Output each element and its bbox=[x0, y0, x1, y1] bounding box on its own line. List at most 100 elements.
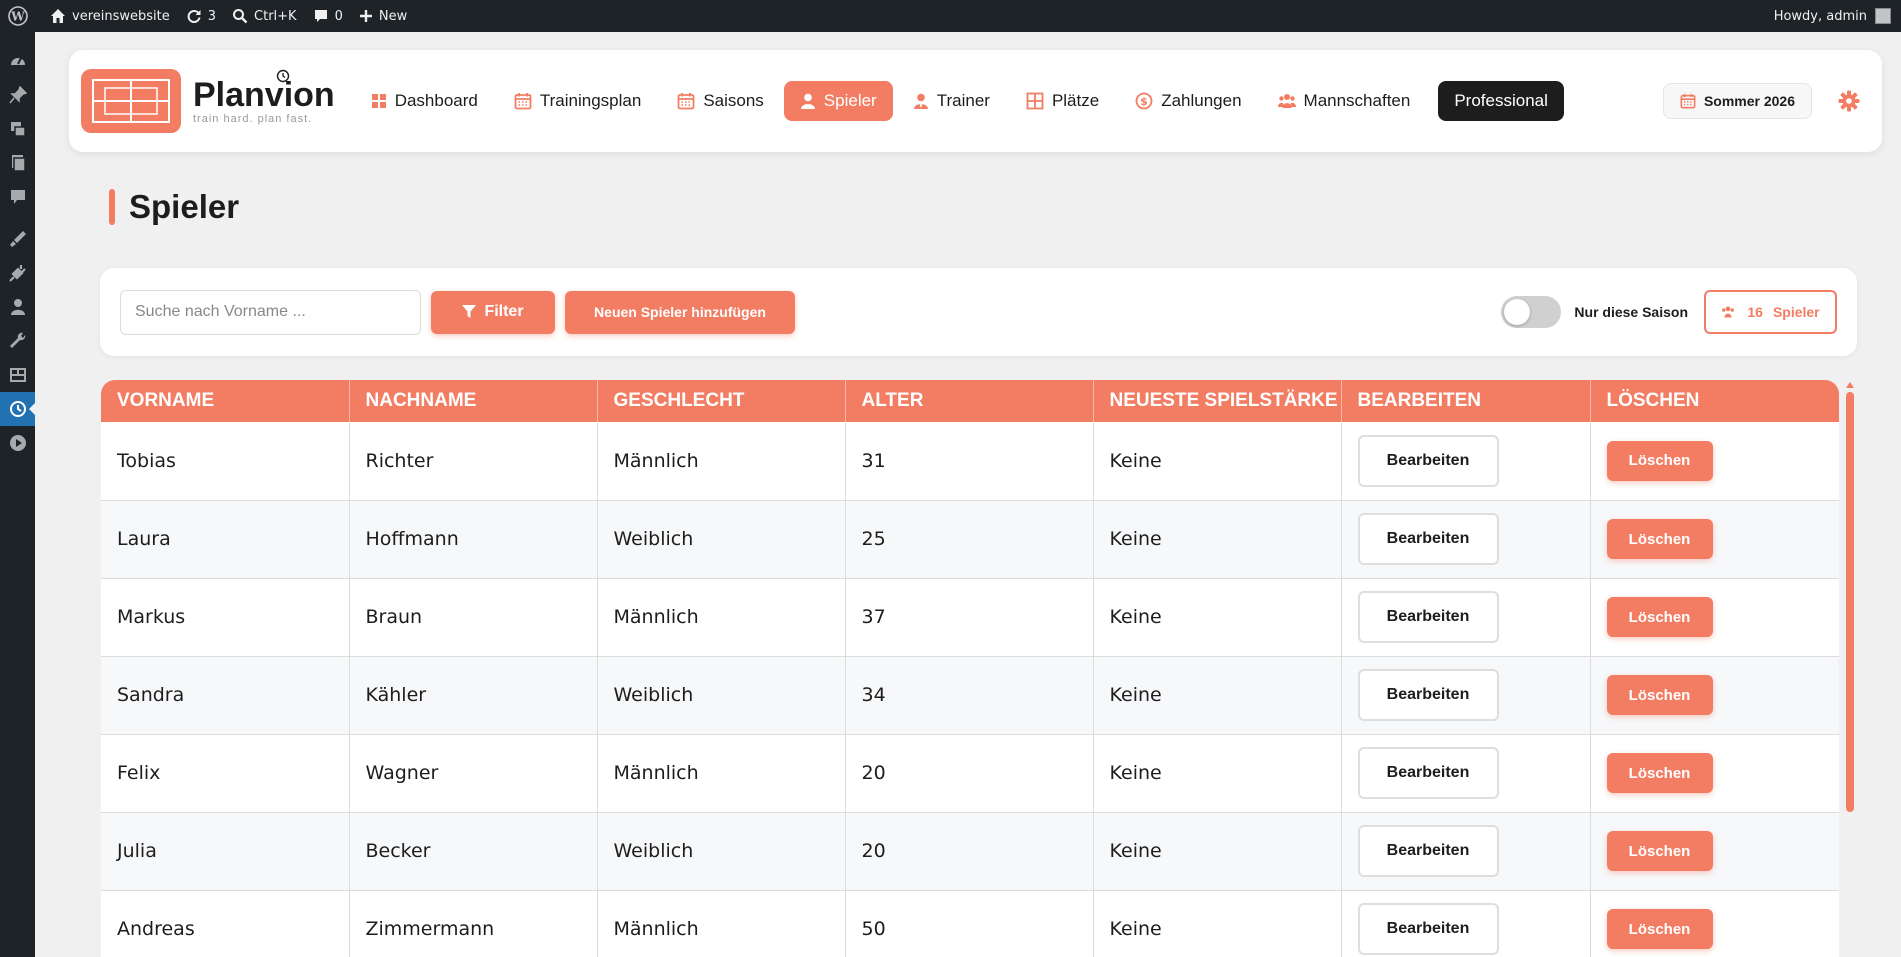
cell-alter: 20 bbox=[845, 812, 1094, 891]
search-menu[interactable]: Ctrl+K bbox=[224, 0, 305, 32]
cell-geschlecht: Weiblich bbox=[597, 656, 846, 735]
wp-logo-menu[interactable]: W bbox=[0, 0, 42, 32]
delete-button[interactable]: Löschen bbox=[1606, 597, 1713, 637]
table-scrollbar[interactable] bbox=[1844, 380, 1856, 957]
cell-spielstaerke: Keine bbox=[1093, 734, 1342, 813]
delete-button[interactable]: Löschen bbox=[1606, 440, 1713, 481]
nav-trainer[interactable]: Trainer bbox=[897, 81, 1006, 121]
site-name-menu[interactable]: vereinswebsite bbox=[42, 0, 178, 32]
nav-trainingsplan[interactable]: Trainingsplan bbox=[498, 81, 657, 121]
add-player-button[interactable]: Neuen Spieler hinzufügen bbox=[565, 290, 795, 334]
scrollbar-thumb[interactable] bbox=[1846, 392, 1854, 812]
cell-delete: Löschen bbox=[1590, 500, 1839, 579]
column-header-nachname[interactable]: NACHNAME bbox=[349, 380, 598, 422]
pages-icon[interactable] bbox=[0, 146, 35, 180]
season-selector[interactable]: Sommer 2026 bbox=[1662, 83, 1812, 119]
play-icon[interactable] bbox=[0, 426, 35, 460]
season-toggle-label: Nur diese Saison bbox=[1574, 304, 1688, 320]
plugins-icon[interactable] bbox=[0, 256, 35, 290]
edit-button[interactable]: Bearbeiten bbox=[1357, 747, 1499, 799]
appearance-icon[interactable] bbox=[0, 222, 35, 256]
cell-geschlecht: Weiblich bbox=[597, 500, 846, 579]
tools-icon[interactable] bbox=[0, 324, 35, 358]
column-header-geschlecht[interactable]: GESCHLECHT bbox=[597, 380, 846, 422]
nav-saisons[interactable]: Saisons bbox=[661, 81, 779, 121]
nav-plaetze[interactable]: Plätze bbox=[1010, 81, 1115, 121]
comments-count: 0 bbox=[334, 8, 343, 24]
scroll-up-arrow-icon[interactable] bbox=[1846, 382, 1854, 388]
grid-icon bbox=[371, 94, 386, 108]
cell-edit: Bearbeiten bbox=[1341, 656, 1591, 735]
brand-tagline: train hard. plan fast. bbox=[193, 113, 313, 125]
settings-gear-button[interactable] bbox=[1838, 90, 1860, 112]
table-row: Andreas Zimmermann Männlich 50 Keine Bea… bbox=[101, 890, 1839, 957]
wp-admin-menu bbox=[0, 32, 35, 957]
media-icon[interactable] bbox=[0, 112, 35, 146]
season-toggle[interactable] bbox=[1501, 296, 1562, 328]
nav-zahlungen[interactable]: $ Zahlungen bbox=[1119, 81, 1257, 121]
nav-mannschaften[interactable]: Mannschaften bbox=[1262, 81, 1427, 121]
title-accent-bar bbox=[109, 189, 115, 225]
new-content-menu[interactable]: New bbox=[351, 0, 415, 32]
edit-button[interactable]: Bearbeiten bbox=[1357, 434, 1499, 487]
nav-dashboard[interactable]: Dashboard bbox=[355, 81, 494, 121]
edit-button[interactable]: Bearbeiten bbox=[1357, 903, 1499, 955]
column-header-loeschen: LÖSCHEN bbox=[1590, 380, 1839, 422]
dashboard-icon[interactable] bbox=[0, 44, 35, 78]
cell-geschlecht: Weiblich bbox=[597, 812, 846, 891]
cell-vorname: Sandra bbox=[101, 656, 350, 735]
comments-icon[interactable] bbox=[0, 180, 35, 214]
professional-button[interactable]: Professional bbox=[1438, 81, 1564, 121]
delete-button[interactable]: Löschen bbox=[1606, 753, 1713, 793]
search-icon bbox=[233, 9, 248, 24]
delete-button[interactable]: Löschen bbox=[1606, 519, 1713, 559]
nav-label: Trainingsplan bbox=[539, 91, 642, 110]
player-count: 16 bbox=[1747, 304, 1763, 320]
cell-delete: Löschen bbox=[1590, 734, 1839, 813]
cell-delete: Löschen bbox=[1590, 422, 1839, 501]
wordpress-icon: W bbox=[8, 6, 28, 26]
cell-alter: 34 bbox=[845, 656, 1094, 735]
table-row: Julia Becker Weiblich 20 Keine Bearbeite… bbox=[101, 812, 1839, 891]
delete-button[interactable]: Löschen bbox=[1606, 909, 1713, 949]
filter-button[interactable]: Filter bbox=[431, 290, 555, 334]
column-header-vorname[interactable]: VORNAME bbox=[101, 380, 350, 422]
delete-button[interactable]: Löschen bbox=[1606, 675, 1713, 715]
cell-nachname: Richter bbox=[349, 422, 598, 501]
nav-label: Dashboard bbox=[394, 91, 478, 110]
delete-button[interactable]: Löschen bbox=[1606, 831, 1713, 871]
cell-alter: 50 bbox=[845, 890, 1094, 957]
edit-button[interactable]: Bearbeiten bbox=[1357, 669, 1499, 721]
user-icon bbox=[800, 93, 815, 109]
nav-spieler[interactable]: Spieler bbox=[783, 81, 893, 121]
calendar-icon bbox=[1680, 93, 1696, 109]
cell-alter: 25 bbox=[845, 500, 1094, 579]
edit-button[interactable]: Bearbeiten bbox=[1357, 825, 1499, 877]
pin-icon[interactable] bbox=[0, 78, 35, 112]
logo-icon[interactable] bbox=[81, 69, 181, 133]
settings-icon[interactable] bbox=[0, 358, 35, 392]
cell-spielstaerke: Keine bbox=[1093, 656, 1342, 735]
cell-edit: Bearbeiten bbox=[1341, 578, 1591, 657]
table-header-row: VORNAME NACHNAME GESCHLECHT ALTER NEUEST… bbox=[101, 380, 1839, 422]
column-header-spielstaerke[interactable]: NEUESTE SPIELSTÄRKE bbox=[1093, 380, 1342, 422]
edit-button[interactable]: Bearbeiten bbox=[1357, 513, 1499, 565]
filter-icon bbox=[462, 305, 477, 318]
account-menu[interactable]: Howdy, admin bbox=[1766, 0, 1901, 32]
column-header-alter[interactable]: ALTER bbox=[845, 380, 1094, 422]
cell-nachname: Braun bbox=[349, 578, 598, 657]
planvion-icon[interactable] bbox=[0, 392, 35, 426]
updates-menu[interactable]: 3 bbox=[178, 0, 224, 32]
player-toolbar: Filter Neuen Spieler hinzufügen Nur dies… bbox=[100, 268, 1857, 356]
cell-spielstaerke: Keine bbox=[1093, 422, 1342, 501]
comments-menu[interactable]: 0 bbox=[305, 0, 351, 32]
edit-button[interactable]: Bearbeiten bbox=[1357, 591, 1499, 643]
search-input[interactable] bbox=[120, 289, 421, 335]
users-icon[interactable] bbox=[0, 290, 35, 324]
cell-nachname: Hoffmann bbox=[349, 500, 598, 579]
cell-delete: Löschen bbox=[1590, 578, 1839, 657]
cell-alter: 20 bbox=[845, 734, 1094, 813]
filter-label: Filter bbox=[484, 303, 524, 320]
cell-delete: Löschen bbox=[1590, 890, 1839, 957]
cell-alter: 31 bbox=[845, 422, 1094, 501]
